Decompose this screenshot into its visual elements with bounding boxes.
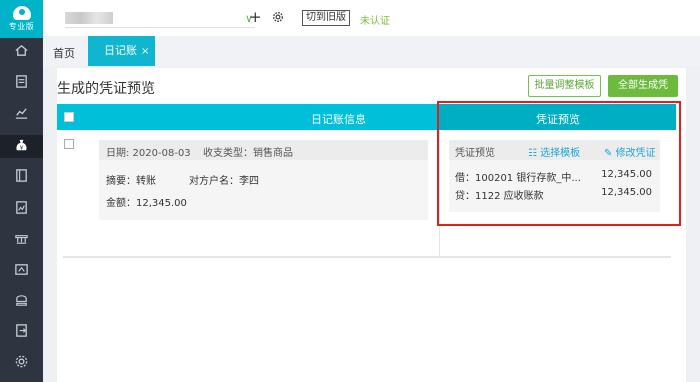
- voucher-preview-header: 凭证预览: [536, 113, 580, 126]
- report-icon[interactable]: [13, 199, 30, 216]
- credit-amount: 12,345.00: [601, 187, 652, 198]
- chart-icon[interactable]: [13, 104, 30, 121]
- table-row: 日期: 2020-08-03 收支类型：销售商品 摘要：转账 对方户名：李四 金…: [57, 130, 676, 256]
- journal-info-header: 日记账信息: [311, 113, 366, 126]
- list-icon: ☷: [528, 148, 541, 159]
- settings-icon[interactable]: [13, 353, 30, 370]
- choose-template-link[interactable]: ☷ 选择模板: [528, 144, 580, 159]
- choose-template-label: 选择模板: [540, 148, 581, 159]
- edit-icon: ✎: [604, 148, 616, 159]
- add-icon[interactable]: +: [249, 8, 262, 26]
- home-icon[interactable]: [13, 42, 30, 59]
- debit-entry: 借：100201 银行存款_中...: [455, 173, 581, 184]
- voucher-preview-label: 凭证预览: [455, 148, 495, 159]
- tab-home[interactable]: 首页: [53, 45, 75, 61]
- edit-voucher-label: 修改凭证: [615, 148, 656, 159]
- voucher-header-cell: 凭证预览: [437, 104, 676, 130]
- row-divider: [63, 256, 671, 258]
- journal-info-head: 日期: 2020-08-03 收支类型：销售商品: [99, 140, 428, 160]
- money-bag-icon[interactable]: ¥: [13, 137, 30, 154]
- verification-status[interactable]: 未认证: [360, 12, 390, 27]
- invoice-icon[interactable]: [13, 261, 30, 278]
- stamp-icon[interactable]: [13, 292, 30, 309]
- generate-all-button[interactable]: 全部生成凭: [608, 75, 678, 97]
- record-amount: 金额：12,345.00: [106, 198, 187, 209]
- table-header: 日记账信息 凭证预览: [57, 104, 676, 130]
- tab-journal-label: 日记账: [104, 44, 137, 57]
- debit-amount: 12,345.00: [601, 169, 652, 180]
- credit-entry: 贷：1122 应收账款: [455, 191, 544, 202]
- record-summary: 摘要：转账: [106, 176, 156, 187]
- app-logo[interactable]: 专业版: [0, 0, 43, 38]
- column-divider: [439, 130, 440, 256]
- voucher-preview-panel: 生成的凭证预览 批量调整模板 全部生成凭 日记账信息 凭证预览 日期: 2020…: [57, 68, 686, 382]
- journal-info-card: 日期: 2020-08-03 收支类型：销售商品 摘要：转账 对方户名：李四 金…: [99, 140, 428, 220]
- tab-bar: 首页 日记账 ×: [43, 36, 700, 66]
- bank-icon[interactable]: [13, 230, 30, 247]
- svg-text:¥: ¥: [20, 145, 24, 151]
- sidebar: 专业版 ¥: [0, 0, 43, 382]
- tab-journal[interactable]: 日记账 ×: [88, 36, 155, 66]
- book-icon[interactable]: [13, 167, 30, 184]
- voucher-preview-card: 凭证预览 ☷ 选择模板 ✎ 修改凭证 借：100201 银行存款_中... 12…: [449, 140, 660, 212]
- batch-adjust-template-button[interactable]: 批量调整模板: [528, 75, 601, 97]
- company-name-redacted: [65, 12, 113, 24]
- record-counterparty: 对方户名：李四: [189, 176, 259, 187]
- cloud-logo-icon: [12, 6, 31, 20]
- export-icon[interactable]: [13, 322, 30, 339]
- company-selector[interactable]: ∨: [65, 10, 255, 28]
- record-type: 收支类型：销售商品: [203, 148, 293, 159]
- switch-old-version-button[interactable]: 切到旧版: [302, 10, 350, 26]
- close-icon[interactable]: ×: [141, 46, 149, 57]
- row-checkbox[interactable]: [64, 139, 74, 149]
- gear-icon[interactable]: [272, 11, 284, 23]
- record-date: 日期: 2020-08-03: [106, 148, 191, 159]
- voucher-preview-head: 凭证预览 ☷ 选择模板 ✎ 修改凭证: [449, 140, 660, 160]
- select-all-checkbox[interactable]: [64, 112, 74, 122]
- edition-label: 专业版: [8, 22, 35, 31]
- edit-voucher-link[interactable]: ✎ 修改凭证: [604, 144, 656, 159]
- page-title: 生成的凭证预览: [57, 81, 155, 97]
- top-bar: ∨ + 切到旧版 未认证: [43, 0, 700, 36]
- document-icon[interactable]: [13, 73, 30, 90]
